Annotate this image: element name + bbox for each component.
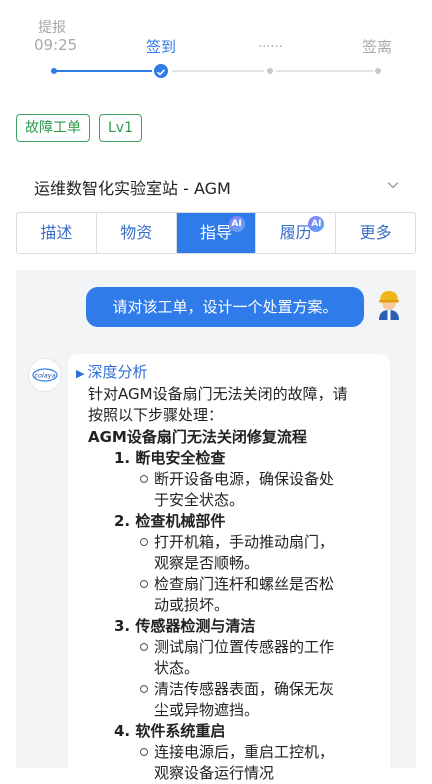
bullet-line: 断开设备电源，确保设备处 — [154, 470, 335, 488]
ai-badge-icon: AI — [228, 216, 245, 232]
step-submitted-label: 提报 — [38, 20, 66, 36]
progress-track-done — [56, 70, 152, 72]
detail-tabs: 描述 物资 指导 AI 履历 AI 更多 — [16, 212, 416, 254]
check-icon — [156, 69, 166, 76]
step-bullet: 连接电源后，重启工控机， 观察设备运行情况 — [76, 742, 378, 784]
step-bullet: 测试扇门位置传感器的工作 状态。 — [76, 637, 378, 679]
bullet-circle-icon — [140, 643, 148, 651]
reply-intro: 针对AGM设备扇门无法关闭的故障，请 按照以下步骤处理： — [76, 384, 378, 426]
assistant-reply: ▶ 深度分析 针对AGM设备扇门无法关闭的故障，请 按照以下步骤处理： AGM设备… — [68, 354, 390, 784]
step-2: 2. 检查机械部件 — [76, 511, 378, 532]
step-bullet: 检查扇门连杆和螺丝是否松 动或损坏。 — [76, 574, 378, 616]
bullet-circle-icon — [140, 685, 148, 693]
tab-materials[interactable]: 物资 — [97, 213, 177, 253]
level-tag: Lv1 — [99, 114, 142, 142]
bullet-circle-icon — [140, 748, 148, 756]
chevron-down-icon[interactable] — [386, 178, 400, 192]
step-dot-pending — [267, 68, 273, 74]
bullet-line: 动或损坏。 — [154, 596, 230, 614]
tab-more[interactable]: 更多 — [336, 213, 415, 253]
tab-guidance[interactable]: 指导 AI — [176, 213, 257, 253]
flow-title: AGM设备扇门无法关闭修复流程 — [88, 428, 307, 446]
tab-history[interactable]: 履历 AI — [256, 213, 337, 253]
step-submitted-time: 09:25 — [34, 36, 78, 54]
bullet-line: 连接电源后，重启工控机， — [154, 743, 335, 761]
tab-label: 物资 — [120, 223, 153, 242]
step-checkout-label: 签离 — [362, 38, 393, 56]
bullet-circle-icon — [140, 580, 148, 588]
reply-intro-line: 按照以下步骤处理： — [88, 406, 224, 424]
step-title: 4. 软件系统重启 — [114, 722, 226, 740]
user-message: 请对该工单，设计一个处置方案。 — [86, 287, 364, 327]
bullet-line: 打开机箱，手动推动扇门， — [154, 533, 335, 551]
progress-track-pending — [276, 70, 374, 72]
step-bullet: 断开设备电源，确保设备处 于安全状态。 — [76, 469, 378, 511]
step-title: 3. 传感器检测与清洁 — [114, 617, 256, 635]
logo-text: colaya — [34, 372, 55, 380]
chat-panel[interactable]: 请对该工单，设计一个处置方案。 colaya ▶ 深度分析 针对AGM设备扇门无法… — [16, 270, 416, 784]
bullet-circle-icon — [140, 475, 148, 483]
colaya-logo-icon: colaya — [32, 368, 58, 382]
bullet-circle-icon — [140, 538, 148, 546]
deep-analysis-label: 深度分析 — [87, 363, 148, 381]
workflow-stepper: 提报 09:25 签到 ...... 签离 — [0, 0, 432, 90]
step-dot-pending — [375, 68, 381, 74]
bullet-line: 检查扇门连杆和螺丝是否松 — [154, 575, 335, 593]
bullet-line: 测试扇门位置传感器的工作 — [154, 638, 335, 656]
bullet-line: 状态。 — [154, 659, 200, 677]
tab-label: 指导 — [199, 223, 232, 242]
step-dot-current — [154, 64, 168, 78]
tab-label: 更多 — [359, 223, 392, 242]
bullet-line: 于安全状态。 — [154, 491, 245, 509]
step-bullet: 打开机箱，手动推动扇门， 观察是否顺畅。 — [76, 532, 378, 574]
ai-badge-icon: AI — [308, 216, 325, 232]
reply-intro-line: 针对AGM设备扇门无法关闭的故障，请 — [88, 385, 348, 403]
bullet-line: 尘或异物遮挡。 — [154, 701, 260, 719]
step-1: 1. 断电安全检查 — [76, 448, 378, 469]
bullet-line: 观察是否顺畅。 — [154, 554, 260, 572]
expand-triangle-icon: ▶ — [76, 367, 85, 380]
step-title: 2. 检查机械部件 — [114, 512, 226, 530]
step-bullet: 清洁传感器表面，确保无灰 尘或异物遮挡。 — [76, 679, 378, 721]
step-4: 4. 软件系统重启 — [76, 721, 378, 742]
step-checkin-label: 签到 — [146, 38, 177, 56]
deep-analysis-toggle[interactable]: ▶ 深度分析 — [76, 362, 378, 384]
step-title: 1. 断电安全检查 — [114, 449, 226, 467]
tab-label: 描述 — [40, 223, 73, 242]
tab-label: 履历 — [279, 223, 312, 242]
ticket-type-tag: 故障工单 — [16, 114, 90, 142]
bullet-line: 清洁传感器表面，确保无灰 — [154, 680, 335, 698]
worker-avatar-icon — [379, 291, 399, 320]
bullet-line: 观察设备运行情况 — [154, 764, 275, 782]
tab-description[interactable]: 描述 — [17, 213, 97, 253]
step-pending-label: ...... — [258, 36, 283, 51]
step-3: 3. 传感器检测与清洁 — [76, 616, 378, 637]
station-name[interactable]: 运维数智化实验室站 - AGM — [34, 175, 231, 199]
progress-track-pending — [172, 70, 264, 72]
step-dot-done — [51, 68, 57, 74]
assistant-logo: colaya — [28, 358, 62, 392]
